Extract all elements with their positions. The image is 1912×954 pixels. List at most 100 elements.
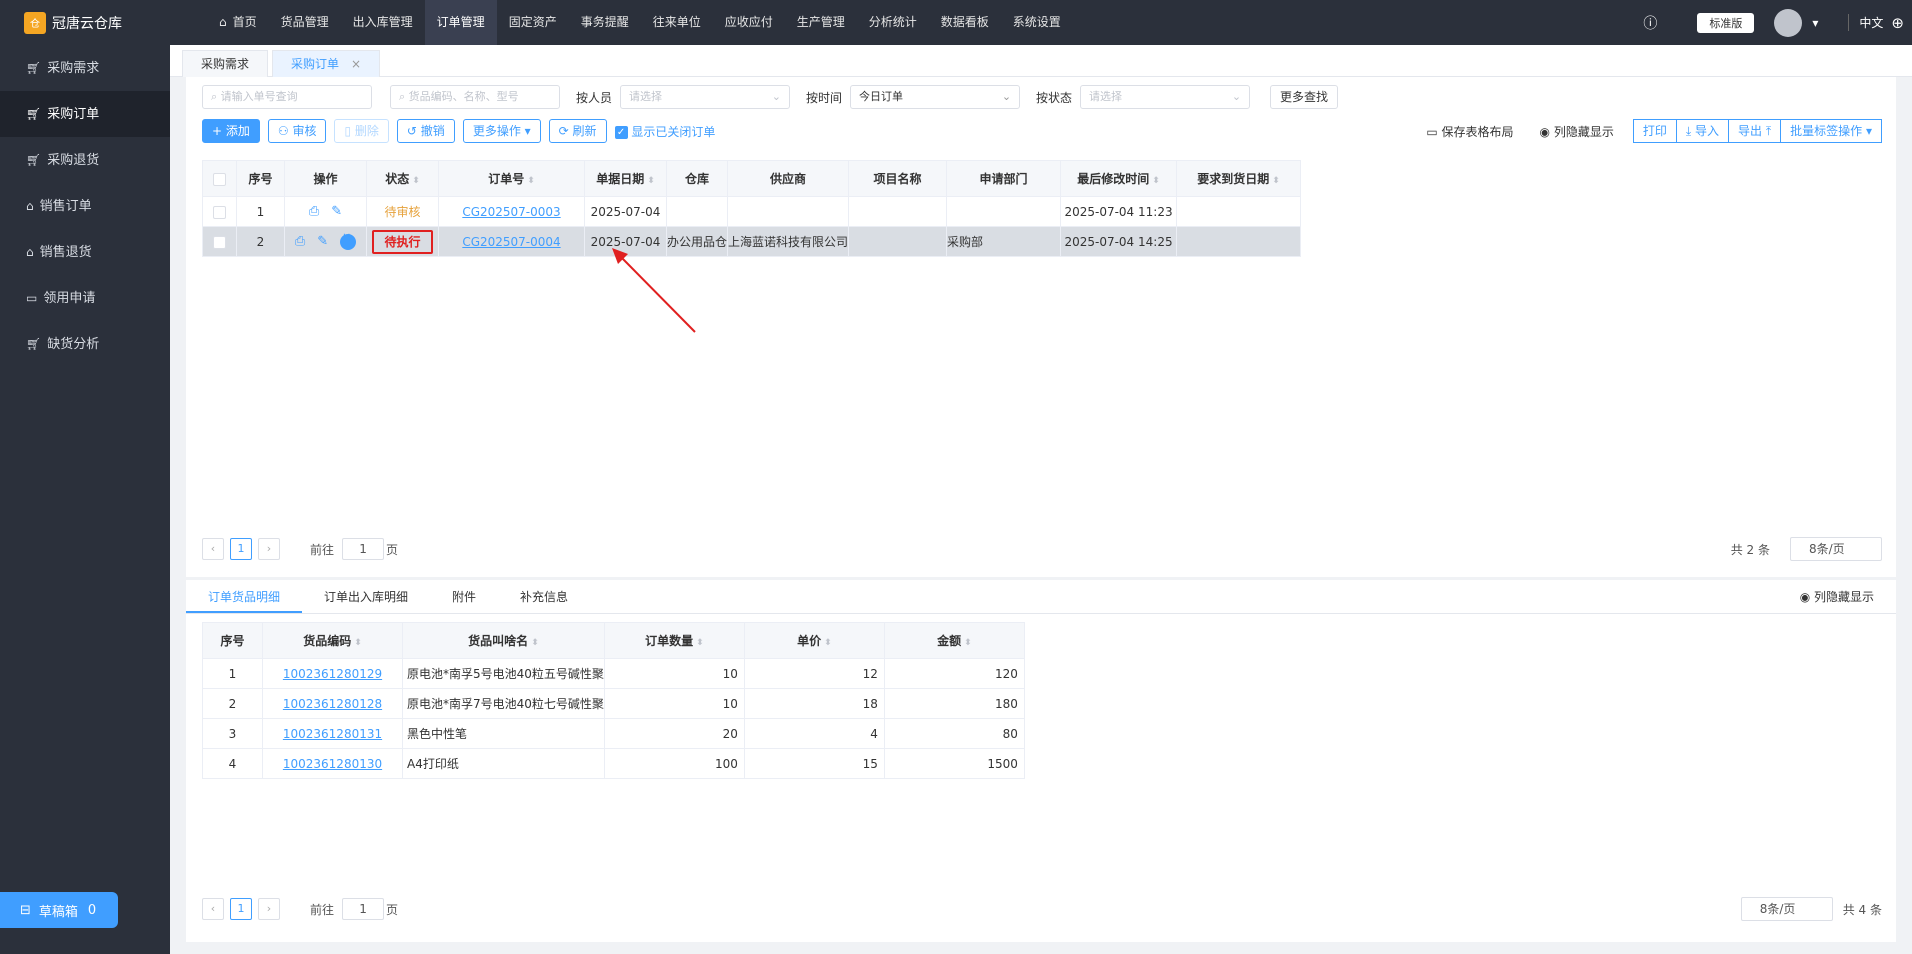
tab-purchase-order[interactable]: 采购订单 × [272,50,381,77]
sort-icon[interactable]: ⬍ [527,176,535,186]
sort-icon[interactable]: ⬍ [824,638,832,648]
nav-item-reminders[interactable]: 事务提醒 [569,0,641,45]
goto-page-input[interactable]: 1 [342,538,385,560]
table-row[interactable]: 4 1002361280130 A4打印纸 100 15 1500 [202,748,1025,779]
nav-item-partners[interactable]: 往来单位 [641,0,713,45]
order-search-input[interactable]: ⌕ 请输入单号查询 [202,85,372,109]
sort-icon[interactable]: ⬍ [531,638,539,648]
col-header[interactable]: 单据日期 ⬍ [584,160,667,197]
print-icon[interactable]: ⎙ [309,204,319,219]
tab-extra-info[interactable]: 补充信息 [498,580,590,613]
nav-item-orders[interactable]: 订单管理 [424,0,497,45]
sidebar-item-purchase-return[interactable]: 🛒︎ 采购退货 [0,137,170,183]
page-size-select[interactable]: 8条/页 [1790,537,1882,561]
select-all-cell[interactable] [202,160,237,197]
nav-item-goods[interactable]: 货品管理 [269,0,341,45]
draft-box-button[interactable]: ⊟ 草稿箱 0 [0,892,118,928]
sort-icon[interactable]: ⬍ [1152,176,1160,186]
more-search-button[interactable]: 更多查找 [1270,85,1339,109]
next-page-icon[interactable]: › [258,898,280,920]
col-header[interactable]: 要求到货日期 ⬍ [1176,160,1302,197]
order-link[interactable]: CG202507-0003 [462,205,560,219]
order-link[interactable]: CG202507-0004 [462,235,560,249]
nav-item-receivables[interactable]: 应收应付 [713,0,785,45]
col-header[interactable]: 货品编码 ⬍ [262,622,403,659]
audit-button[interactable]: ⚇ 审核 [267,119,327,143]
batch-tag-button[interactable]: 批量标签操作 ▾ [1780,119,1882,143]
save-layout-button[interactable]: ▭ 保存表格布局 [1426,123,1513,140]
next-page-icon[interactable]: › [258,538,280,560]
sort-icon[interactable]: ⬍ [354,638,362,648]
nav-item-production[interactable]: 生产管理 [785,0,857,45]
globe-icon[interactable]: ⊕ [1891,14,1904,32]
checkbox-icon[interactable] [213,205,226,219]
prev-page-icon[interactable]: ‹ [202,538,224,560]
col-header[interactable]: 最后修改时间 ⬍ [1060,160,1178,197]
col-header[interactable]: 金额 ⬍ [883,622,1025,659]
print-button[interactable]: 打印 [1632,119,1677,143]
tab-order-goods[interactable]: 订单货品明细 [186,580,303,613]
print-icon[interactable]: ⎙ [295,234,305,249]
tab-order-inout[interactable]: 订单出入库明细 [302,580,430,613]
col-header[interactable]: 单价 ⬍ [743,622,885,659]
more-actions-button[interactable]: 更多操作 ▾ [462,119,541,143]
page-number[interactable]: 1 [230,898,252,920]
delete-button[interactable]: ▯ 删除 [334,119,389,143]
close-icon[interactable]: × [351,57,361,71]
sort-icon[interactable]: ⬍ [412,176,420,186]
nav-item-settings[interactable]: 系统设置 [1001,0,1073,45]
export-button[interactable]: 导出 ⤒ [1728,119,1782,143]
nav-item-analytics[interactable]: 分析统计 [857,0,929,45]
user-menu-chevron-icon[interactable]: ▾ [1812,16,1818,30]
checkbox-checked-icon[interactable]: ✓ [614,125,628,139]
help-icon[interactable]: ⓘ [1643,13,1657,33]
page-number[interactable]: 1 [230,538,252,560]
sort-icon[interactable]: ⬍ [1272,176,1280,186]
prev-page-icon[interactable]: ‹ [202,898,224,920]
sort-icon[interactable]: ⬍ [647,176,655,186]
sidebar-item-shortage[interactable]: 🛒︎ 缺货分析 [0,321,170,367]
sidebar-item-purchase-demand[interactable]: 🛒︎ 采购需求 [0,45,170,91]
col-header[interactable]: 货品叫啥名 ⬍ [402,622,605,659]
time-select[interactable]: 今日订单 ⌄ [850,85,1021,109]
table-row[interactable]: 2 1002361280128 原电池*南孚7号电池40粒七号碱性聚 10 18… [202,688,1025,719]
app-logo[interactable]: 仓 冠唐云仓库 [0,0,170,45]
sidebar-item-purchase-order[interactable]: 🛒︎ 采购订单 [0,91,170,137]
lang-label[interactable]: 中文 [1848,14,1883,31]
row-select-cell[interactable] [202,196,237,227]
status-select[interactable]: 请选择 ⌄ [1080,85,1251,109]
table-row[interactable]: 3 1002361280131 黑色中性笔 20 4 80 [202,718,1025,749]
execute-icon[interactable]: 执 [340,233,357,250]
sort-icon[interactable]: ⬍ [964,638,972,648]
add-button[interactable]: + 添加 [202,119,260,143]
nav-item-inout[interactable]: 出入库管理 [341,0,425,45]
edit-icon[interactable]: ✎ [331,204,342,219]
page-size-select[interactable]: 8条/页 [1740,897,1833,921]
table-row[interactable]: 1 1002361280129 原电池*南孚5号电池40粒五号碱性聚 10 12… [202,658,1025,689]
edition-badge[interactable]: 标准版 [1697,12,1755,33]
table-row[interactable]: 2 ⎙ ✎ 执 待执行 CG202507-0004 2025-07-04 办公用品仓… [202,226,1302,257]
refresh-button[interactable]: ⟳ 刷新 [548,119,607,143]
table-row[interactable]: 1 ⎙ ✎ 待审核 CG202507-0003 2025-07-04 2025-0… [202,196,1302,227]
revoke-button[interactable]: ↺ 撤销 [396,119,455,143]
sort-icon[interactable]: ⬍ [696,638,704,648]
goods-code-link[interactable]: 1002361280131 [283,727,382,741]
goods-code-link[interactable]: 1002361280129 [283,667,382,681]
goto-page-input[interactable]: 1 [342,898,385,920]
show-closed-toggle[interactable]: ✓ 显示已关闭订单 [614,123,715,140]
nav-item-assets[interactable]: 固定资产 [497,0,569,45]
col-header[interactable]: 订单号 ⬍ [438,160,585,197]
import-button[interactable]: ⤓ 导入 [1675,119,1729,143]
person-select[interactable]: 请选择 ⌄ [620,85,791,109]
goods-code-link[interactable]: 1002361280130 [283,757,382,771]
row-select-cell[interactable] [202,226,237,257]
col-header[interactable]: 订单数量 ⬍ [603,622,745,659]
sidebar-item-sales-return[interactable]: ⌂ 销售退货 [0,229,170,275]
tab-attachments[interactable]: 附件 [430,580,498,613]
sidebar-item-requisition[interactable]: ▭ 领用申请 [0,275,170,321]
nav-item-home[interactable]: ⌂ 首页 [207,0,269,45]
detail-column-hide-button[interactable]: ◉ 列隐藏显示 [1778,580,1896,613]
tab-purchase-demand[interactable]: 采购需求 [182,50,269,77]
checkbox-icon[interactable] [213,235,226,249]
goods-search-input[interactable]: ⌕ 货品编码、名称、型号 [390,85,560,109]
